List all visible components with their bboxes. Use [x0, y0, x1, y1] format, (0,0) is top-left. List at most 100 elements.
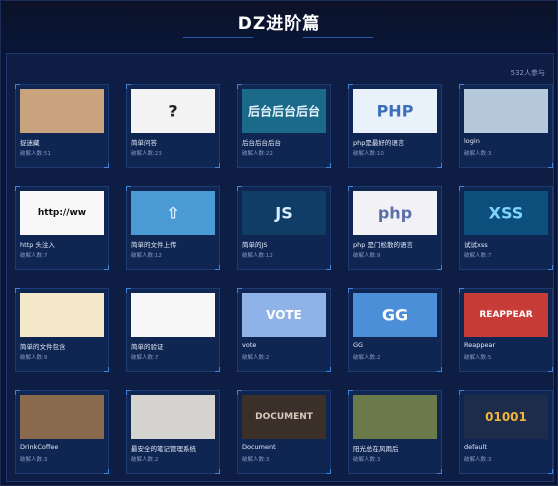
challenge-name[interactable]: default: [464, 443, 550, 451]
challenge-solves: 破解人数:7: [464, 253, 492, 259]
challenge-solves: 破解人数:22: [242, 151, 273, 157]
thumbnail-label: ?: [168, 101, 178, 121]
thumbnail-label: VOTE: [266, 308, 302, 322]
challenge-thumbnail[interactable]: [131, 293, 215, 337]
challenge-card[interactable]: 01001 default 破解人数:3: [459, 390, 553, 474]
thumbnail-label: 01001: [485, 410, 527, 424]
challenge-solves: 破解人数:7: [131, 355, 159, 361]
thumbnail-label: 后台后台后台: [247, 104, 320, 119]
challenge-name[interactable]: 简单的JS: [242, 239, 328, 249]
challenge-thumbnail[interactable]: REAPPEAR: [464, 293, 548, 337]
challenge-card[interactable]: 最安全的笔记管理系统破解人数:2: [126, 390, 220, 474]
challenge-solves: 破解人数:3: [20, 457, 48, 463]
title-divider-left: [183, 37, 253, 38]
challenge-name[interactable]: 后台后台后台: [242, 137, 328, 147]
challenge-name[interactable]: vote: [242, 341, 328, 349]
challenge-solves: 破解人数:3: [464, 151, 492, 157]
challenge-thumbnail[interactable]: PHP: [353, 89, 437, 133]
challenge-card[interactable]: 简单的文件包含 破解人数:9: [15, 288, 109, 372]
challenge-solves: 破解人数:51: [20, 151, 51, 157]
challenge-solves: 破解人数:9: [353, 253, 381, 259]
challenge-solves: 破解人数:3: [464, 457, 492, 463]
challenge-thumbnail[interactable]: 01001: [464, 395, 548, 439]
challenge-card[interactable]: http://ww http 头注入破解人数:7: [15, 186, 109, 270]
challenge-card[interactable]: 阳光总在风雨后破解人数:3: [348, 390, 442, 474]
challenge-solves: 破解人数:12: [131, 253, 162, 259]
challenge-card[interactable]: VOTE vote 破解人数:2: [237, 288, 331, 372]
page-header: DZ进阶篇: [1, 1, 557, 45]
challenge-thumbnail[interactable]: [464, 89, 548, 133]
challenge-name[interactable]: 简单的验证: [131, 341, 217, 351]
challenge-card[interactable]: login 破解人数:3: [459, 84, 553, 168]
challenge-card[interactable]: XSS 试试xss 破解人数:7: [459, 186, 553, 270]
thumbnail-label: http://ww: [37, 208, 87, 218]
challenge-name[interactable]: Document: [242, 443, 328, 451]
challenge-card[interactable]: PHP php是最好的语言破解人数:10: [348, 84, 442, 168]
participant-count: 532人参与: [510, 69, 545, 77]
challenge-panel: 532人参与 捉迷藏 破解人数:51? 简单问答 破解人数:23 后台后台后台 后台后台后…: [6, 53, 554, 482]
challenge-name[interactable]: 捉迷藏: [20, 137, 106, 147]
challenge-solves: 破解人数:3: [242, 457, 270, 463]
challenge-name[interactable]: 试试xss: [464, 239, 550, 249]
challenge-name[interactable]: DrinkCoffee: [20, 443, 106, 451]
challenge-solves: 破解人数:10: [353, 151, 384, 157]
challenge-name[interactable]: 简单的文件上传: [131, 239, 217, 249]
challenge-card[interactable]: DrinkCoffee 破解人数:3: [15, 390, 109, 474]
challenge-thumbnail[interactable]: [20, 89, 104, 133]
challenge-thumbnail[interactable]: VOTE: [242, 293, 326, 337]
challenge-card[interactable]: ⇧ 简单的文件上传破解人数:12: [126, 186, 220, 270]
challenge-thumbnail[interactable]: DOCUMENT: [242, 395, 326, 439]
challenge-name[interactable]: Reappear: [464, 341, 550, 349]
challenge-thumbnail[interactable]: [20, 395, 104, 439]
challenge-solves: 破解人数:23: [131, 151, 162, 157]
challenge-card[interactable]: REAPPEAR Reappear 破解人数:5: [459, 288, 553, 372]
challenge-thumbnail[interactable]: 后台后台后台: [242, 89, 326, 133]
challenge-name[interactable]: 最安全的笔记管理系统: [131, 443, 217, 453]
thumbnail-label: GG: [381, 305, 409, 325]
challenge-thumbnail[interactable]: ⇧: [131, 191, 215, 235]
challenge-card[interactable]: JS 简单的JS 破解人数:12: [237, 186, 331, 270]
challenge-card[interactable]: GG GG 破解人数:2: [348, 288, 442, 372]
challenge-thumbnail[interactable]: XSS: [464, 191, 548, 235]
challenge-thumbnail[interactable]: [353, 395, 437, 439]
thumbnail-label: XSS: [488, 203, 524, 223]
challenge-card[interactable]: 捉迷藏破解人数:51: [15, 84, 109, 168]
thumbnail-label: DOCUMENT: [255, 412, 313, 422]
challenge-grid: 捉迷藏 破解人数:51? 简单问答 破解人数:23 后台后台后台 后台后台后台 破解人数:2…: [11, 82, 553, 478]
challenge-name[interactable]: 简单的文件包含: [20, 341, 106, 351]
challenge-name[interactable]: login: [464, 137, 550, 145]
challenge-name[interactable]: 简单问答: [131, 137, 217, 147]
challenge-thumbnail[interactable]: JS: [242, 191, 326, 235]
challenge-thumbnail[interactable]: php: [353, 191, 437, 235]
challenge-name[interactable]: GG: [353, 341, 439, 349]
challenge-thumbnail[interactable]: ?: [131, 89, 215, 133]
challenge-thumbnail[interactable]: [131, 395, 215, 439]
challenge-thumbnail[interactable]: GG: [353, 293, 437, 337]
challenge-solves: 破解人数:5: [464, 355, 492, 361]
thumbnail-label: REAPPEAR: [479, 310, 533, 320]
challenge-solves: 破解人数:3: [353, 457, 381, 463]
challenge-card[interactable]: 后台后台后台 后台后台后台 破解人数:22: [237, 84, 331, 168]
thumbnail-label: php: [377, 203, 413, 223]
challenge-name[interactable]: 阳光总在风雨后: [353, 443, 439, 453]
challenge-card[interactable]: DOCUMENT Document 破解人数:3: [237, 390, 331, 474]
challenge-thumbnail[interactable]: [20, 293, 104, 337]
challenge-card[interactable]: ? 简单问答破解人数:23: [126, 84, 220, 168]
thumbnail-label: PHP: [376, 101, 414, 121]
challenge-name[interactable]: http 头注入: [20, 239, 106, 249]
challenge-solves: 破解人数:7: [20, 253, 48, 259]
challenge-solves: 破解人数:2: [242, 355, 270, 361]
challenge-card[interactable]: php php 是门松散的语言破解人数:9: [348, 186, 442, 270]
thumbnail-label: ⇧: [166, 203, 180, 223]
challenge-solves: 破解人数:2: [353, 355, 381, 361]
page-title: DZ进阶篇: [237, 14, 321, 34]
thumbnail-label: JS: [275, 203, 293, 223]
challenge-name[interactable]: php是最好的语言: [353, 137, 439, 147]
challenge-card[interactable]: 简单的验证破解人数:7: [126, 288, 220, 372]
challenge-thumbnail[interactable]: http://ww: [20, 191, 104, 235]
title-divider-right: [303, 37, 373, 38]
challenge-name[interactable]: php 是门松散的语言: [353, 239, 439, 249]
challenge-solves: 破解人数:2: [131, 457, 159, 463]
app-frame: DZ进阶篇 532人参与 捉迷藏 破解人数:51? 简单问答 破解人数:23 后台后台后…: [0, 0, 558, 486]
challenge-solves: 破解人数:12: [242, 253, 273, 259]
